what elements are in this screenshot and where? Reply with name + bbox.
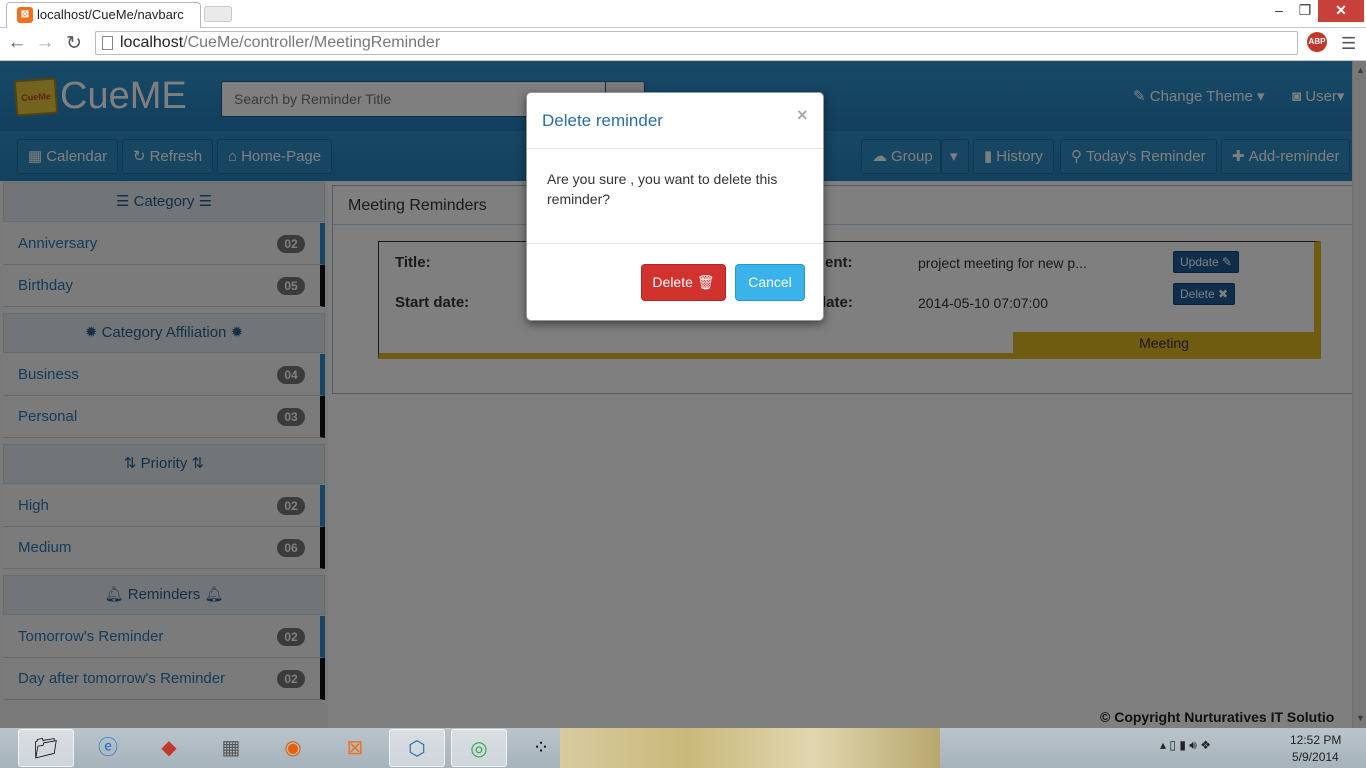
chrome-icon[interactable]: ◎ — [451, 729, 507, 767]
dropbox-icon[interactable]: ❖ — [1200, 738, 1211, 752]
page-icon — [102, 36, 113, 50]
window-restore-button[interactable]: ❐ — [1292, 0, 1318, 22]
clock-time[interactable]: 12:52 PM — [1290, 733, 1341, 747]
url-host: localhost — [120, 34, 184, 51]
battery-icon[interactable]: ▮ — [1179, 738, 1186, 752]
reload-icon[interactable]: ↻ — [64, 32, 84, 55]
trash-icon: 🗑︎ — [696, 274, 715, 290]
clock-date[interactable]: 5/9/2014 — [1292, 750, 1339, 764]
browser-menu-icon[interactable]: ☰ — [1341, 34, 1356, 54]
window-minimize-button[interactable]: – — [1266, 0, 1292, 22]
internet-explorer-icon[interactable]: ⓔ — [80, 729, 136, 767]
system-tray[interactable]: ▴ ▯ ▮ 🔊︎ ❖ — [1160, 738, 1211, 753]
file-explorer-icon[interactable]: 📁︎ — [18, 729, 74, 767]
close-icon[interactable]: × — [797, 105, 808, 126]
tray-arrow-icon[interactable]: ▴ — [1160, 738, 1166, 752]
browser-tabstrip: ⊠ localhost/CueMe/navbarc – ❐ ✕ — [0, 0, 1366, 28]
cube-app-icon[interactable]: ⬡ — [389, 729, 445, 767]
confirm-delete-label: Delete — [652, 274, 693, 290]
dialog-title: Delete reminder — [542, 111, 663, 130]
xampp-favicon-icon: ⊠ — [17, 7, 33, 23]
tab-title: localhost/CueMe/navbarc — [37, 7, 184, 22]
address-bar[interactable]: localhost/CueMe/controller/MeetingRemind… — [95, 31, 1298, 55]
adblock-plus-icon[interactable]: ABP — [1307, 32, 1327, 52]
speaker-icon[interactable]: 🔊︎ — [1189, 738, 1197, 752]
back-arrow-icon[interactable]: ← — [7, 32, 27, 54]
network-icon[interactable]: ▯ — [1169, 738, 1176, 752]
dialog-divider — [527, 148, 823, 149]
window-close-button[interactable]: ✕ — [1318, 0, 1364, 22]
forward-arrow-icon[interactable]: → — [35, 32, 55, 54]
blackberry-icon[interactable]: ⁘ — [513, 729, 569, 767]
delete-reminder-dialog: Delete reminder × Are you sure , you wan… — [526, 92, 824, 321]
cancel-button[interactable]: Cancel — [735, 264, 805, 301]
desktop-wallpaper — [560, 728, 940, 768]
browser-toolbar: ← → ↻ localhost/CueMe/controller/Meeting… — [0, 28, 1366, 61]
dialog-message: Are you sure , you want to delete this r… — [547, 171, 778, 207]
filezilla-icon[interactable]: ◆ — [141, 729, 197, 767]
browser-tab[interactable]: ⊠ localhost/CueMe/navbarc — [6, 2, 201, 28]
confirm-delete-button[interactable]: Delete 🗑︎ — [641, 264, 726, 301]
url-path: /CueMe/controller/MeetingReminder — [183, 34, 441, 51]
firefox-icon[interactable]: ◉ — [265, 729, 321, 767]
virtualbox-icon[interactable]: ▦ — [203, 729, 259, 767]
xampp-icon[interactable]: ⊠ — [327, 729, 383, 767]
dialog-divider — [527, 243, 823, 244]
windows-taskbar: 📁︎ ⓔ ◆ ▦ ◉ ⊠ ⬡ ◎ ⁘ ▴ ▯ ▮ 🔊︎ ❖ 12:52 PM 5… — [0, 728, 1366, 768]
new-tab-button[interactable] — [204, 6, 232, 22]
